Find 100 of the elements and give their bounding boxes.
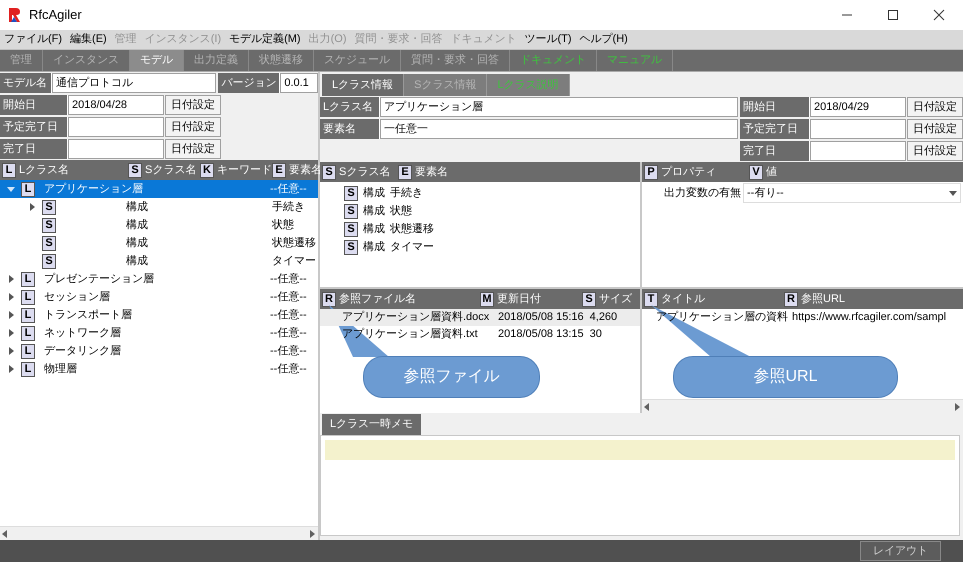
tree-row[interactable]: L トランスポート層 --任意--	[0, 306, 318, 324]
column-header[interactable]: Sクラス名	[339, 164, 390, 180]
date-set-button[interactable]: 日付設定	[907, 119, 963, 139]
menu-item[interactable]: 編集(E)	[70, 31, 107, 48]
caret-right-icon[interactable]	[7, 347, 15, 355]
date-set-button[interactable]: 日付設定	[165, 95, 221, 115]
table-cell-text: 構成	[363, 204, 385, 219]
letter-badge: S	[128, 162, 142, 178]
field-label: 予定完了日	[740, 119, 810, 139]
callout: 参照URL	[673, 356, 898, 398]
window-title: RfcAgiler	[29, 6, 82, 24]
table-cell-text: --任意--	[270, 182, 308, 197]
dropdown-arrow-icon	[949, 190, 957, 196]
text-field[interactable]: 通信プロトコル	[52, 73, 216, 93]
tree-row[interactable]: S 構成 状態遷移	[0, 234, 318, 252]
tree-item-label: データリンク層	[44, 344, 121, 359]
menu-item[interactable]: ツール(T)	[524, 31, 572, 48]
text-field[interactable]: アプリケーション層	[380, 97, 738, 117]
table-cell-text: 構成	[126, 200, 149, 215]
table-cell-text: 状態	[390, 204, 412, 219]
tree-item-label: プレゼンテーション層	[44, 272, 154, 287]
caret-right-icon[interactable]	[7, 293, 15, 301]
column-header[interactable]: サイズ	[599, 290, 632, 308]
tree-row[interactable]: L セッション層 --任意--	[0, 288, 318, 306]
caret-right-icon[interactable]	[7, 329, 15, 337]
column-header[interactable]: 更新日付	[497, 290, 541, 308]
letter-badge: L	[21, 362, 35, 376]
letter-badge: V	[749, 164, 763, 180]
tree-row[interactable]: S 構成 タイマー	[0, 252, 318, 270]
file-row[interactable]: アプリケーション層資料.docx 2018/05/08 15:16 4,260	[320, 309, 640, 326]
date-set-button[interactable]: 日付設定	[907, 97, 963, 117]
date-set-button[interactable]: 日付設定	[165, 139, 221, 159]
text-field[interactable]: 0.0.1	[280, 73, 318, 93]
tree-row[interactable]: L 物理層 --任意--	[0, 360, 318, 378]
list-row[interactable]: S 構成 状態遷移	[320, 220, 640, 238]
menu-item[interactable]: モデル定義(M)	[229, 31, 301, 48]
text-field[interactable]	[68, 117, 164, 137]
file-row[interactable]: アプリケーション層資料.txt 2018/05/08 13:15 30	[320, 326, 640, 343]
caret-right-icon[interactable]	[7, 275, 15, 283]
scroll-right-icon[interactable]	[310, 530, 316, 538]
tree-item-label: セッション層	[44, 290, 110, 305]
column-header[interactable]: タイトル	[661, 290, 705, 308]
caret-right-icon[interactable]	[7, 311, 15, 319]
list-row[interactable]: S 構成 タイマー	[320, 238, 640, 256]
column-header[interactable]: Sクラス名	[145, 162, 196, 178]
table-cell-text: 構成	[363, 240, 385, 255]
caret-right-icon[interactable]	[28, 203, 36, 211]
letter-badge: S	[42, 200, 56, 214]
scroll-left-icon[interactable]	[644, 402, 650, 410]
column-header[interactable]: 値	[766, 164, 777, 180]
horizontal-scrollbar[interactable]	[0, 526, 318, 540]
field-label: Lクラス名	[320, 97, 380, 117]
date-set-button[interactable]: 日付設定	[907, 141, 963, 161]
text-field[interactable]: 2018/04/29	[810, 97, 906, 117]
tree-row[interactable]: S 構成 状態	[0, 216, 318, 234]
tree-row[interactable]: L ネットワーク層 --任意--	[0, 324, 318, 342]
column-header[interactable]: 参照URL	[801, 290, 846, 308]
memo-tab[interactable]: Lクラス一時メモ	[322, 414, 422, 435]
list-row[interactable]: S 構成 状態	[320, 202, 640, 220]
letter-badge: P	[644, 164, 658, 180]
date-set-button[interactable]: 日付設定	[165, 117, 221, 137]
column-header[interactable]: キーワード	[217, 162, 272, 178]
menu-item[interactable]: ヘルプ(H)	[580, 31, 628, 48]
field-label: 開始日	[0, 95, 68, 115]
tree-row[interactable]: L アプリケーション層 --任意--	[0, 180, 318, 198]
close-icon[interactable]	[933, 9, 945, 21]
scroll-right-icon[interactable]	[955, 402, 961, 410]
column-header[interactable]: プロパティ	[661, 164, 716, 180]
table-cell-text: 構成	[126, 254, 149, 269]
tree-row[interactable]: L データリンク層 --任意--	[0, 342, 318, 360]
list-row[interactable]: S 構成 手続き	[320, 184, 640, 202]
menu-item[interactable]: ファイル(F)	[4, 31, 62, 48]
tree-row[interactable]: L プレゼンテーション層 --任意--	[0, 270, 318, 288]
column-header[interactable]: 参照ファイル名	[339, 290, 416, 308]
column-header[interactable]: 要素名	[415, 164, 448, 180]
tree-item-label: トランスポート層	[44, 308, 132, 323]
horizontal-scrollbar[interactable]	[642, 399, 963, 413]
caret-right-icon[interactable]	[7, 365, 15, 373]
text-field[interactable]	[68, 139, 164, 159]
table-cell-text: 状態遷移	[272, 236, 316, 251]
table-cell-text: 状態遷移	[390, 222, 434, 237]
letter-badge: L	[21, 182, 35, 196]
info-tab[interactable]: Lクラス情報	[322, 74, 404, 96]
value-dropdown[interactable]: --有り--	[743, 183, 961, 203]
text-field[interactable]	[810, 119, 906, 139]
layout-button[interactable]: レイアウト	[860, 541, 941, 561]
table-cell-text: タイマー	[272, 254, 316, 269]
table-cell-text: --任意--	[270, 308, 308, 323]
text-field[interactable]: 2018/04/28	[68, 95, 164, 115]
column-header[interactable]: Lクラス名	[19, 162, 70, 178]
memo-field[interactable]	[325, 440, 955, 460]
caret-down-icon[interactable]	[7, 185, 15, 193]
maximize-icon[interactable]	[887, 9, 899, 21]
scroll-left-icon[interactable]	[2, 530, 8, 538]
field-label: 開始日	[740, 97, 810, 117]
text-field[interactable]	[810, 141, 906, 161]
table-cell-text: 2018/05/08 13:15	[498, 327, 584, 342]
tree-row[interactable]: S 構成 手続き	[0, 198, 318, 216]
callout-pointer	[329, 305, 389, 357]
text-field[interactable]: 一任意一	[380, 119, 738, 139]
